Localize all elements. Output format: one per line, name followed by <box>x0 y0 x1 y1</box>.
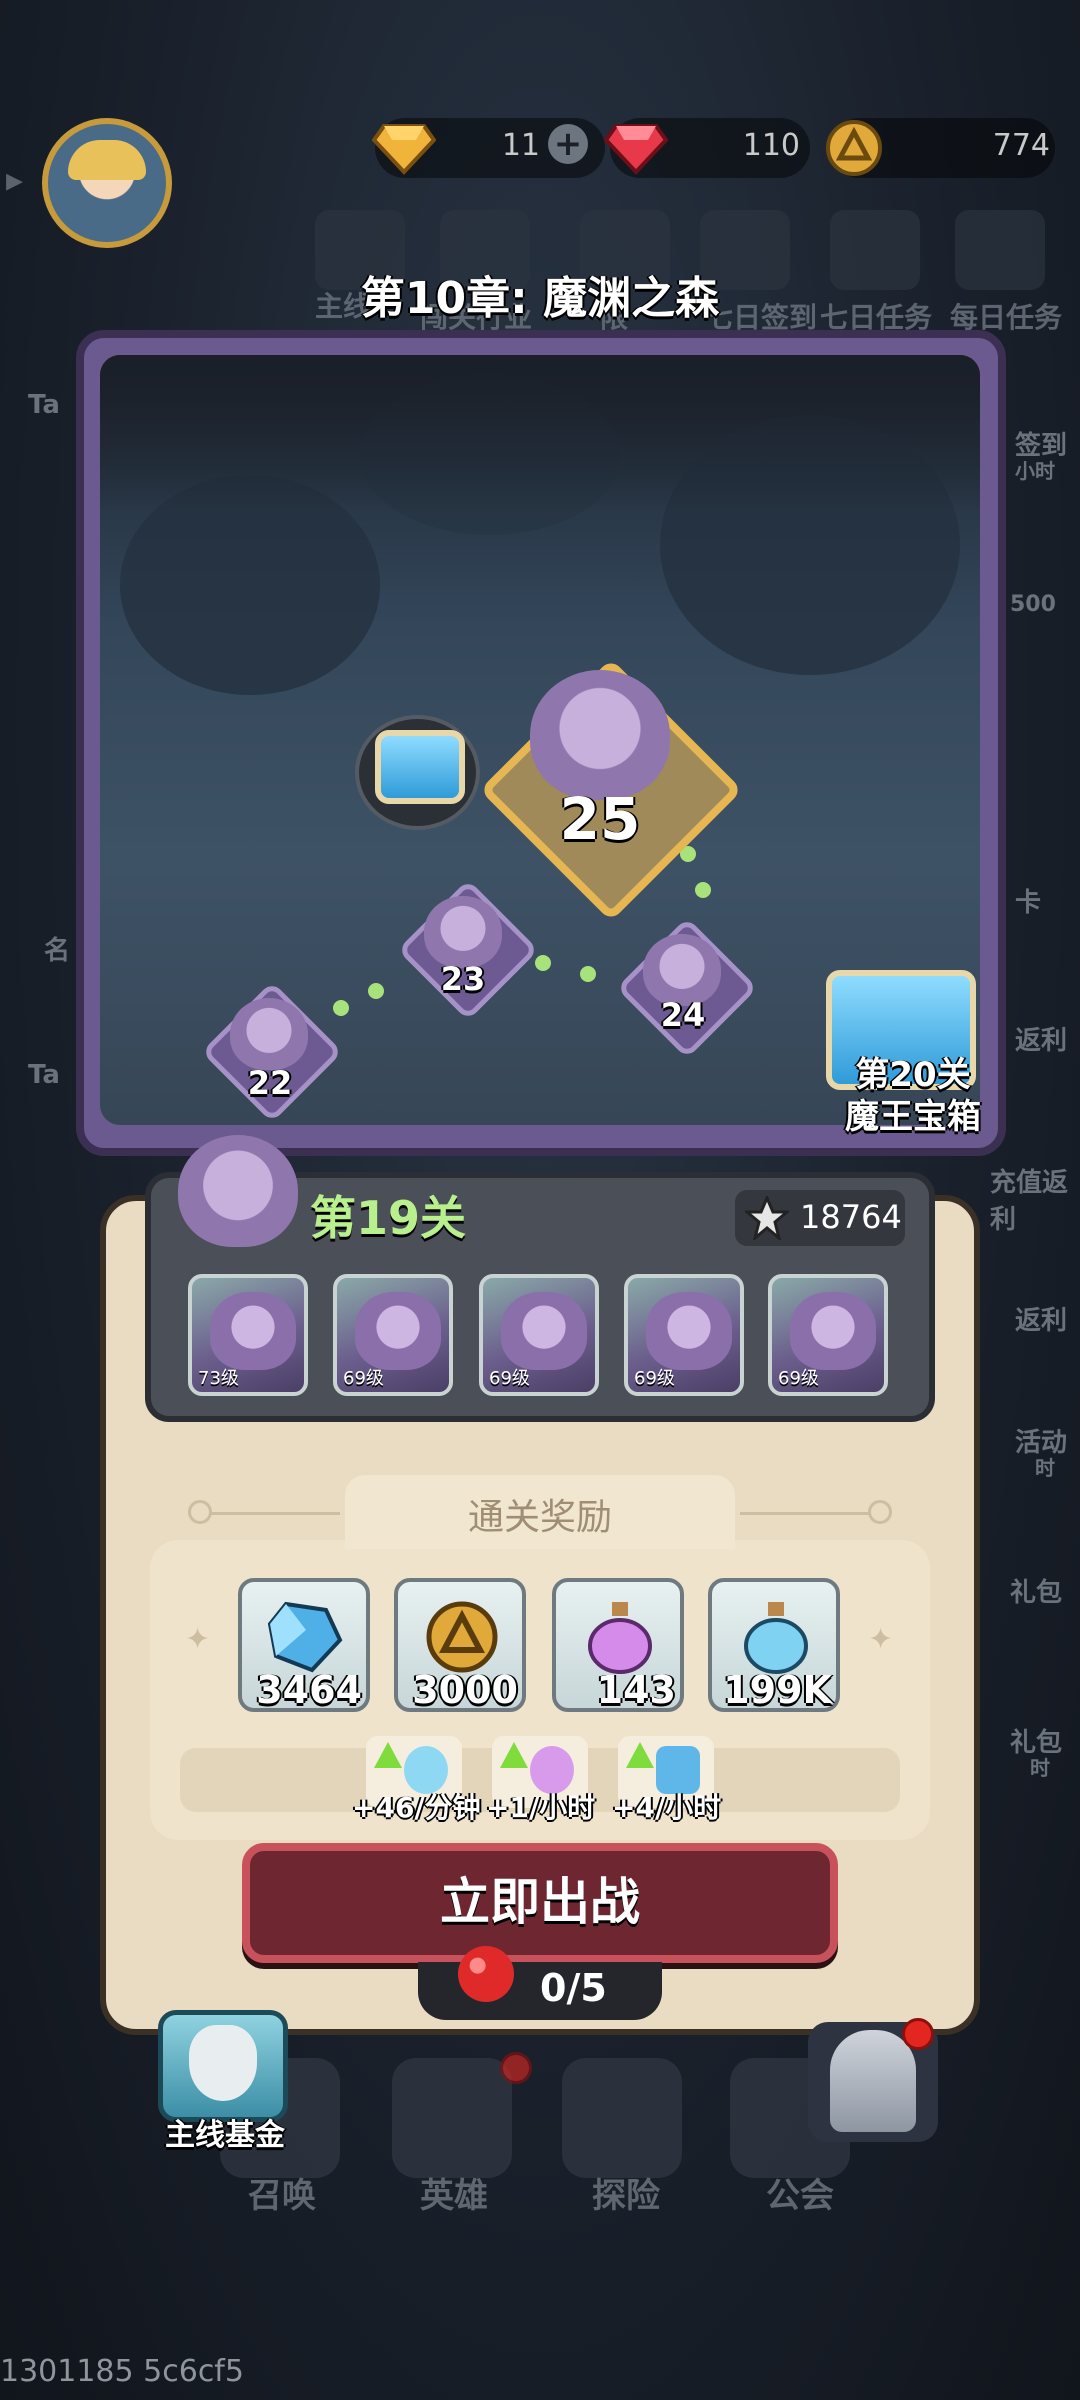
power-icon <box>745 1196 789 1240</box>
enemy-portrait <box>355 1292 441 1370</box>
divider-ornament <box>188 1500 212 1524</box>
avatar-hair <box>68 140 146 180</box>
bg-side-label: 名 <box>44 936 71 966</box>
enemy-portrait <box>210 1292 296 1370</box>
divider <box>210 1512 340 1515</box>
boss-chest-label: 第20关 魔王宝箱 <box>818 1054 1008 1138</box>
hero-nav-icon[interactable] <box>392 2058 512 2178</box>
boar-icon <box>424 896 502 968</box>
explore-nav-icon[interactable] <box>562 2058 682 2178</box>
reward-amount: 3464 <box>256 1668 362 1712</box>
idle-rate: +1/小时 <box>486 1791 596 1824</box>
reward-amount: 143 <box>596 1668 676 1712</box>
enemy-portrait <box>646 1292 732 1370</box>
gold-coin-icon <box>826 120 882 176</box>
bg-side-label: 返利 <box>1015 1306 1068 1336</box>
enemy-card[interactable]: 73级 <box>188 1274 308 1396</box>
enemy-portrait <box>790 1292 876 1370</box>
purple-potion-icon <box>588 1602 652 1674</box>
path-dot <box>695 882 711 898</box>
red-gem-value: 110 <box>742 128 800 163</box>
enemy-card[interactable]: 69级 <box>624 1274 744 1396</box>
stage-node-label: 23 <box>440 960 486 998</box>
divider <box>740 1512 870 1515</box>
reward-item[interactable]: 3464 <box>238 1578 370 1712</box>
sparkle-icon: ✦ <box>185 1622 211 1657</box>
enemy-portrait <box>501 1292 587 1370</box>
enemy-card[interactable]: 69级 <box>333 1274 453 1396</box>
notification-dot <box>500 2052 532 2084</box>
enemy-card[interactable]: 69级 <box>768 1274 888 1396</box>
reward-amount: 199K <box>723 1668 832 1712</box>
enemy-level: 69级 <box>343 1368 384 1389</box>
rewards-title: 通关奖励 <box>467 1497 612 1538</box>
red-gem-icon <box>604 124 668 175</box>
boss-chest-stage: 第20关 <box>855 1055 971 1095</box>
path-dot <box>368 983 384 999</box>
nav-label-summon: 召唤 <box>248 2176 316 2216</box>
bg-side-label: 卡 <box>1015 888 1042 918</box>
nav-label-hero: 英雄 <box>420 2176 488 2216</box>
current-boss-boar-icon <box>530 670 670 800</box>
enemy-level: 69级 <box>489 1368 530 1389</box>
main-fund-label: 主线基金 <box>165 2118 285 2153</box>
bg-side-label: 500 <box>1010 592 1056 617</box>
idle-rate: +46/分钟 <box>352 1791 481 1824</box>
bg-side-label: 充值返利 <box>990 1168 1069 1235</box>
main-fund-button[interactable] <box>158 2010 288 2122</box>
reward-item[interactable]: 143 <box>552 1578 684 1712</box>
enemy-level: 69级 <box>778 1368 819 1389</box>
stage-boar-icon <box>178 1135 298 1247</box>
chapter-title: 第10章: 魔渊之森 <box>360 273 720 324</box>
bg-side-label: 返利 <box>1015 1026 1068 1056</box>
path-dot <box>580 966 596 982</box>
add-gem-button[interactable]: + <box>548 124 588 164</box>
enemy-level: 69级 <box>634 1368 675 1389</box>
gold-coin-icon <box>426 1601 498 1673</box>
enemy-card[interactable]: 69级 <box>479 1274 599 1396</box>
gold-coin-value: 774 <box>992 128 1050 163</box>
build-id: 1301185 5c6cf5 <box>0 2354 244 2389</box>
stage-node-label: 24 <box>660 996 706 1034</box>
blue-crystal-icon <box>267 1601 343 1673</box>
boar-icon <box>230 998 308 1070</box>
helmet-icon <box>830 2030 916 2132</box>
boss-chest-title: 魔王宝箱 <box>845 1097 981 1137</box>
path-dot <box>333 1000 349 1016</box>
blue-potion-icon <box>744 1602 808 1674</box>
nav-label-explore: 探险 <box>592 2176 660 2216</box>
sparkle-icon: ✦ <box>868 1622 894 1657</box>
reward-item[interactable]: 199K <box>708 1578 840 1712</box>
bg-side-label: 时 <box>1035 1456 1055 1480</box>
arrow-up-icon <box>500 1742 528 1768</box>
apple-icon <box>458 1946 514 2002</box>
map-fog <box>100 355 980 515</box>
bg-side-label: Ta <box>28 390 60 420</box>
stage-name: 第19关 <box>310 1191 467 1245</box>
player-avatar[interactable] <box>42 118 172 248</box>
notification-dot <box>902 2018 934 2050</box>
treasure-chest-icon <box>375 730 465 804</box>
bg-side-label: 礼包 <box>1010 1578 1063 1608</box>
stamina-value: 0/5 <box>540 1966 607 2010</box>
gold-gem-value: 11 <box>501 128 540 163</box>
reward-item[interactable]: 3000 <box>394 1578 526 1712</box>
bg-side-label: 小时 <box>1015 459 1055 483</box>
reward-amount: 3000 <box>412 1668 518 1712</box>
idle-rate: +4/小时 <box>612 1791 722 1824</box>
divider-ornament <box>868 1500 892 1524</box>
wolf-icon <box>189 2025 257 2101</box>
stage-node-label: 22 <box>247 1064 293 1102</box>
bg-side-label: Ta <box>28 1060 60 1090</box>
nav-label-guild: 公会 <box>766 2176 834 2216</box>
side-arrow-icon: ▸ <box>6 160 24 200</box>
bg-side-label: 时 <box>1030 1756 1050 1780</box>
power-value: 18764 <box>800 1198 902 1236</box>
arrow-up-icon <box>374 1742 402 1768</box>
stage-node-label-current: 25 <box>559 785 641 853</box>
fight-button-label: 立即出战 <box>440 1873 640 1931</box>
enemy-level: 73级 <box>198 1368 239 1389</box>
path-dot <box>535 955 551 971</box>
arrow-up-icon <box>626 1742 654 1768</box>
